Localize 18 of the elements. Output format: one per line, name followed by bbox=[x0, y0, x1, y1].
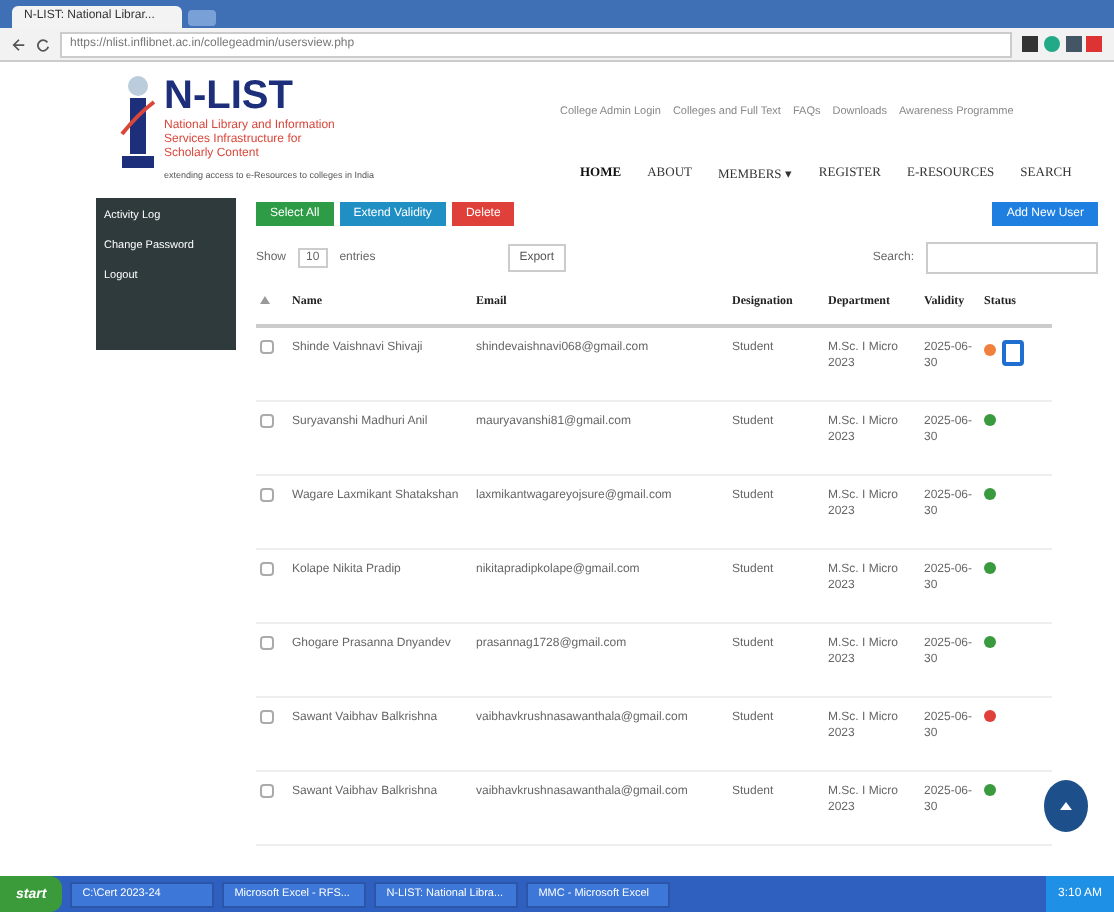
row-checkbox[interactable] bbox=[260, 488, 274, 502]
row-checkbox[interactable] bbox=[260, 340, 274, 354]
up-arrow-icon bbox=[1058, 798, 1074, 814]
row-checkbox[interactable] bbox=[260, 710, 274, 724]
row-checkbox[interactable] bbox=[260, 784, 274, 798]
scroll-top-button[interactable] bbox=[1044, 780, 1088, 832]
row-checkbox[interactable] bbox=[260, 562, 274, 576]
back-arrow-icon[interactable] bbox=[12, 37, 26, 51]
row-checkbox[interactable] bbox=[260, 414, 274, 428]
logo-icon bbox=[120, 74, 156, 170]
sort-icon[interactable] bbox=[260, 296, 270, 306]
search-field[interactable] bbox=[926, 242, 1098, 274]
logo-title: N-LIST bbox=[164, 74, 295, 118]
new-tab-button[interactable] bbox=[188, 10, 217, 26]
reload-icon[interactable] bbox=[36, 37, 50, 51]
extension-icons[interactable] bbox=[1022, 36, 1102, 52]
toggle-switch[interactable] bbox=[1002, 340, 1024, 366]
row-checkbox[interactable] bbox=[260, 636, 274, 650]
